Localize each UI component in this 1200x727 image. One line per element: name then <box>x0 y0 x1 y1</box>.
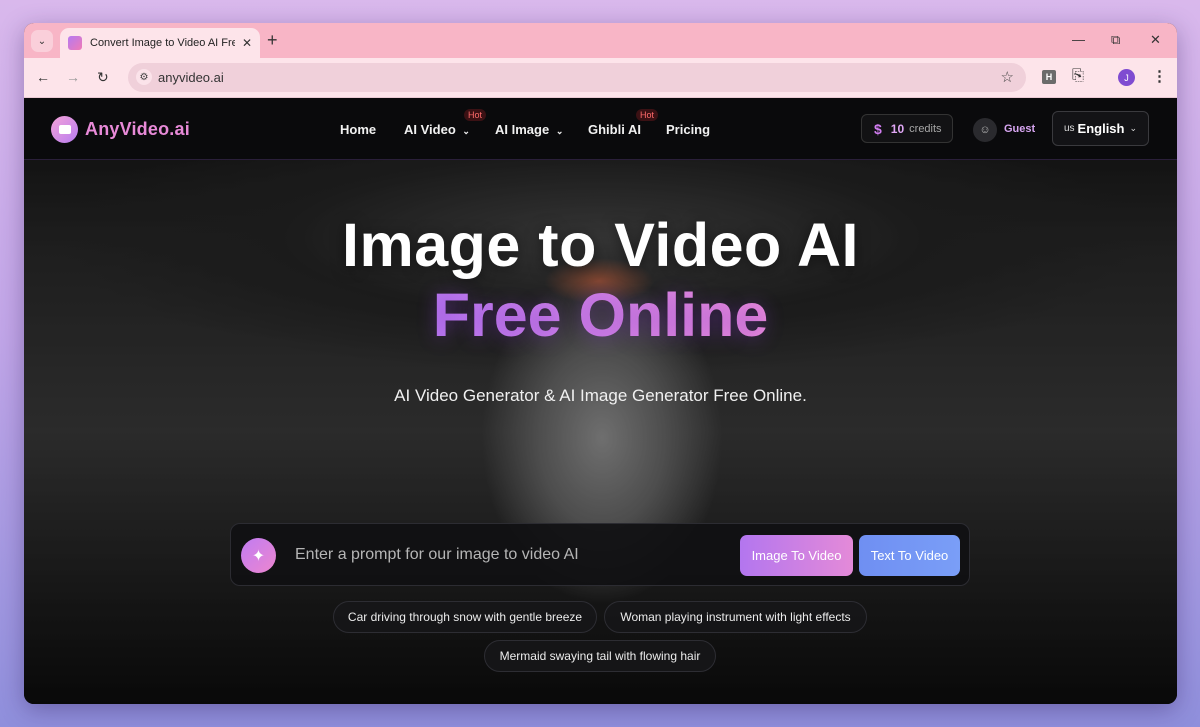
url-text: anyvideo.ai <box>158 70 224 85</box>
browser-toolbar: ← → ↻ ⚙ anyvideo.ai ☆ H ⎘ J ⋮ <box>24 58 1177 98</box>
more-menu-icon[interactable]: ⋮ <box>1152 67 1167 85</box>
minimize-icon[interactable]: — <box>1072 32 1085 47</box>
hot-badge: Hot <box>464 109 487 121</box>
suggestion-chip[interactable]: Woman playing instrument with light effe… <box>604 601 867 633</box>
dollar-icon: $ <box>874 120 882 137</box>
window-close-icon[interactable]: ✕ <box>1150 32 1161 48</box>
language-name: English <box>1077 121 1125 136</box>
logo-text[interactable]: AnyVideo.ai <box>85 119 190 140</box>
web-page: AnyVideo.ai Home AI Video ⌄ Hot AI Image… <box>24 98 1177 704</box>
nav-ghibli[interactable]: Ghibli AI <box>588 122 641 137</box>
restore-icon[interactable]: ⧉ <box>1111 32 1120 48</box>
chevron-down-icon: ⌄ <box>37 35 47 47</box>
nav-home[interactable]: Home <box>340 122 376 137</box>
profile-avatar[interactable]: J <box>1118 69 1135 86</box>
text-to-video-button[interactable]: Text To Video <box>859 535 960 576</box>
tab-strip: ⌄ Convert Image to Video AI Free ✕ + — ⧉… <box>24 23 1177 58</box>
prompt-bar: ✦ Image To Video Text To Video <box>230 523 970 586</box>
credits-badge[interactable]: $ 10 credits <box>861 114 953 143</box>
nav-ai-video-label: AI Video <box>404 122 456 137</box>
nav-ai-image[interactable]: AI Image ⌄ <box>495 122 563 137</box>
favicon-icon <box>68 36 82 50</box>
reload-icon[interactable]: ↻ <box>97 69 109 86</box>
tab-title: Convert Image to Video AI Free <box>90 37 235 49</box>
hot-badge: Hot <box>636 109 659 121</box>
extension-h-icon[interactable]: H <box>1042 70 1056 84</box>
browser-tab[interactable]: Convert Image to Video AI Free ✕ <box>60 28 260 58</box>
image-to-video-button[interactable]: Image To Video <box>740 535 853 576</box>
site-navbar: AnyVideo.ai Home AI Video ⌄ Hot AI Image… <box>24 98 1177 160</box>
prompt-input[interactable] <box>295 540 725 570</box>
suggestion-chip[interactable]: Car driving through snow with gentle bre… <box>333 601 597 633</box>
close-icon[interactable]: ✕ <box>242 36 252 50</box>
logo-icon[interactable] <box>51 116 78 143</box>
suggestion-chip[interactable]: Mermaid swaying tail with flowing hair <box>484 640 716 672</box>
hero-title-highlight: Free Online <box>24 280 1177 350</box>
hero-title-highlight-text: Free Online <box>432 281 769 349</box>
guest-label[interactable]: Guest <box>1004 123 1035 135</box>
us-flag-icon: us <box>1063 123 1075 134</box>
credits-label: credits <box>909 122 942 135</box>
address-bar[interactable]: ⚙ anyvideo.ai ☆ <box>128 63 1026 92</box>
language-select[interactable]: us English ⌄ <box>1052 111 1149 146</box>
chevron-down-icon: ⌄ <box>555 126 564 136</box>
bookmark-star-icon[interactable]: ☆ <box>1001 68 1014 86</box>
hero-subtitle: AI Video Generator & AI Image Generator … <box>394 386 807 405</box>
tab-search-button[interactable]: ⌄ <box>31 30 53 52</box>
credits-count: 10 <box>890 121 905 136</box>
forward-icon[interactable]: → <box>66 69 80 85</box>
chevron-down-icon: ⌄ <box>1129 123 1138 133</box>
sparkle-icon[interactable]: ✦ <box>241 538 276 573</box>
site-info-icon[interactable]: ⚙ <box>136 69 152 85</box>
user-icon[interactable]: ☺ <box>973 118 997 142</box>
extensions-puzzle-icon[interactable]: ⎘ <box>1072 67 1084 84</box>
nav-ai-video[interactable]: AI Video ⌄ <box>404 122 470 137</box>
chevron-down-icon: ⌄ <box>462 126 470 136</box>
nav-ai-image-label: AI Image <box>495 122 550 137</box>
hero-title: Image to Video AI <box>342 211 859 279</box>
browser-window: ⌄ Convert Image to Video AI Free ✕ + — ⧉… <box>24 23 1177 704</box>
nav-pricing[interactable]: Pricing <box>666 122 710 137</box>
new-tab-button[interactable]: + <box>267 31 278 49</box>
back-icon[interactable]: ← <box>36 69 50 85</box>
